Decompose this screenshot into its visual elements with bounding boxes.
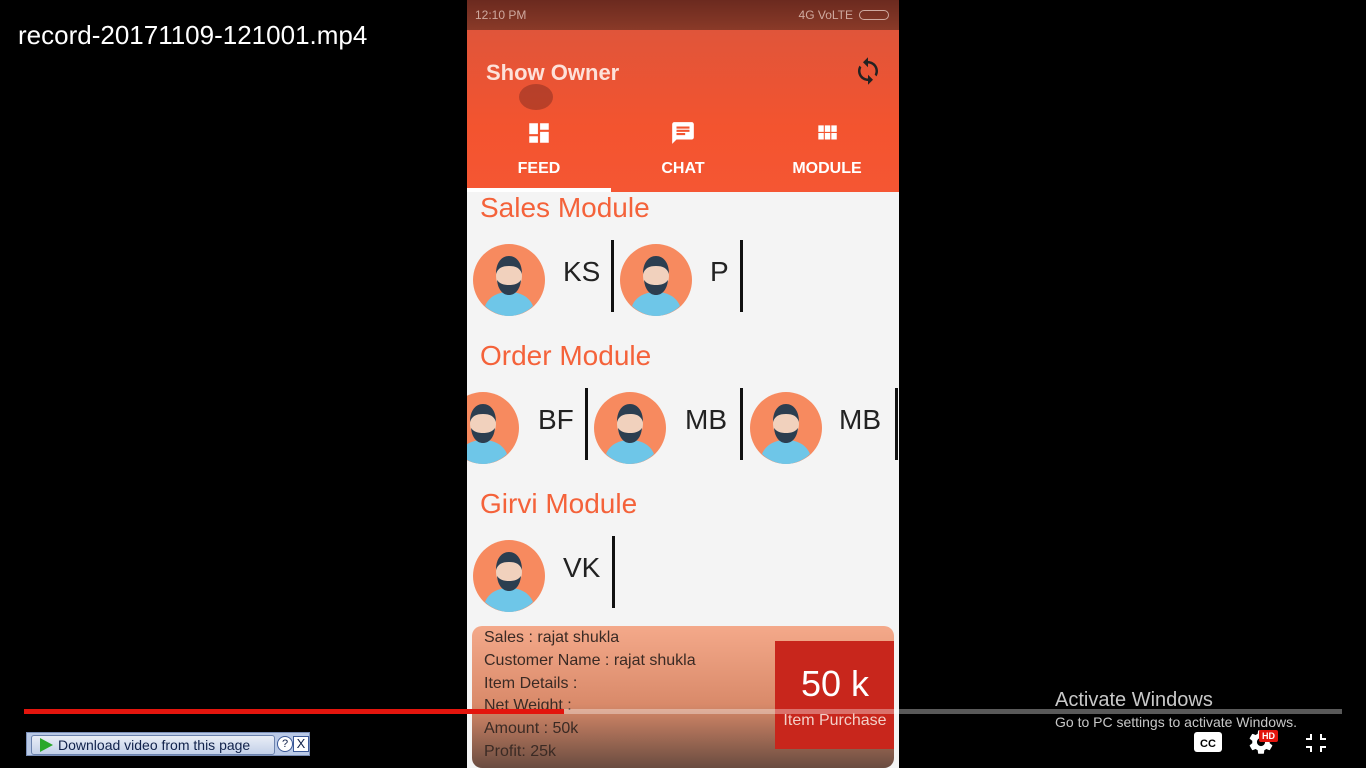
user-initials: P <box>710 256 729 287</box>
play-icon <box>40 738 53 752</box>
chat-icon <box>672 122 694 144</box>
module-row-sales: KS P <box>467 240 899 320</box>
video-filename: record-20171109-121001.mp4 <box>18 20 368 50</box>
download-video-button[interactable]: Download video from this page <box>31 735 275 755</box>
separator <box>740 388 743 460</box>
status-bar: 12:10 PM 4G VoLTE <box>467 0 899 30</box>
user-item[interactable]: MB <box>750 388 899 468</box>
avatar-icon <box>750 392 822 464</box>
user-initials: MB <box>685 404 727 435</box>
card-customer-line: Customer Name : rajat shukla <box>484 652 696 669</box>
user-initials: BF <box>538 404 574 435</box>
download-toolbar: Download video from this page ? X <box>26 732 310 756</box>
network-label: 4G VoLTE <box>798 8 853 22</box>
user-item[interactable]: KS <box>473 240 614 320</box>
user-item[interactable]: MB <box>594 388 744 468</box>
module-title-order: Order Module <box>480 340 652 371</box>
tab-feed-label: FEED <box>517 160 561 177</box>
tab-feed[interactable]: FEED <box>467 114 611 192</box>
app-bar: Show Owner FEED CHAT MODULE <box>467 30 899 192</box>
separator <box>611 240 614 312</box>
download-label: Download video from this page <box>58 737 251 753</box>
transaction-card[interactable]: Sales : rajat shukla Customer Name : raj… <box>472 626 894 768</box>
battery-icon <box>859 10 889 20</box>
hd-badge: HD <box>1259 730 1278 742</box>
module-title-girvi: Girvi Module <box>480 488 638 519</box>
status-time: 12:10 PM <box>475 8 527 22</box>
user-initials: VK <box>563 552 601 583</box>
grid-icon <box>818 125 837 140</box>
user-item[interactable]: P <box>620 240 750 320</box>
fullscreen-icon[interactable] <box>1300 728 1332 756</box>
close-button[interactable]: X <box>293 736 309 752</box>
separator <box>895 388 898 460</box>
separator <box>585 388 588 460</box>
video-progress-bar[interactable] <box>24 709 1342 714</box>
card-profit-line: Profit: 25k <box>484 743 557 760</box>
video-progress-fill <box>24 709 565 714</box>
separator <box>740 240 743 312</box>
avatar-icon <box>620 244 692 316</box>
separator <box>612 536 615 608</box>
status-icons: 4G VoLTE <box>799 8 889 22</box>
user-item[interactable]: VK <box>473 536 615 616</box>
user-item[interactable]: BF <box>467 388 589 468</box>
camera-icon <box>519 84 553 110</box>
user-initials: KS <box>563 256 601 287</box>
help-button[interactable]: ? <box>277 736 293 752</box>
avatar-icon <box>473 244 545 316</box>
avatar-icon <box>594 392 666 464</box>
app-title: Show Owner <box>486 60 620 85</box>
amount-label: Item Purchase <box>783 712 887 729</box>
module-title-sales: Sales Module <box>480 192 650 223</box>
card-amount-line: Amount : 50k <box>484 720 579 737</box>
tab-chat-label: CHAT <box>661 160 705 177</box>
refresh-icon[interactable] <box>853 56 883 86</box>
svg-text:CC: CC <box>1200 738 1216 750</box>
amount-value: 50 k <box>800 663 870 704</box>
avatar-icon <box>467 392 519 464</box>
card-sales-line: Sales : rajat shukla <box>484 629 620 646</box>
user-initials: MB <box>839 404 881 435</box>
dashboard-icon <box>529 123 549 143</box>
captions-icon[interactable]: CC <box>1192 728 1224 756</box>
module-row-order: BF MB MB <box>467 388 899 468</box>
tab-bar: FEED CHAT MODULE <box>467 114 899 192</box>
tab-module-label: MODULE <box>792 160 862 177</box>
avatar-icon <box>473 540 545 612</box>
module-row-girvi: VK <box>467 536 899 616</box>
phone-screen: 12:10 PM 4G VoLTE Show Owner FEED CHAT M… <box>467 0 899 768</box>
amount-box: 50 k Item Purchase <box>775 641 894 749</box>
tab-chat[interactable]: CHAT <box>611 114 755 192</box>
card-item-details-line: Item Details : <box>484 675 578 692</box>
tab-module[interactable]: MODULE <box>755 114 899 192</box>
